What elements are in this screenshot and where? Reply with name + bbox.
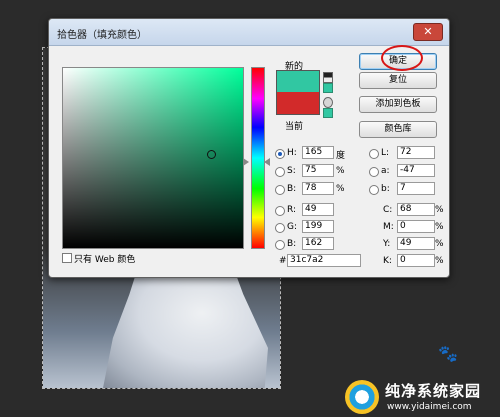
- color-field-cursor[interactable]: [207, 150, 216, 159]
- input-m[interactable]: 0: [397, 220, 435, 233]
- label-m: M:: [383, 222, 394, 232]
- unit-b: %: [336, 184, 345, 194]
- unit-s: %: [336, 166, 345, 176]
- hue-slider-left-arrow[interactable]: [243, 158, 249, 166]
- label-c: C:: [383, 205, 393, 215]
- input-g[interactable]: 199: [302, 220, 334, 233]
- input-rgb-b[interactable]: 162: [302, 237, 334, 250]
- unit-c: %: [435, 205, 444, 215]
- close-button[interactable]: ✕: [413, 23, 443, 41]
- ok-highlight-circle: [381, 45, 423, 71]
- watermark-logo-icon: [345, 380, 379, 414]
- label-h: H:: [287, 148, 297, 158]
- unit-h: 度: [336, 151, 346, 161]
- label-g: G:: [287, 222, 298, 232]
- new-color-swatch: [276, 70, 320, 93]
- input-h[interactable]: 165: [302, 146, 334, 159]
- input-r[interactable]: 49: [302, 203, 334, 216]
- radio-lab-b[interactable]: [369, 185, 379, 195]
- radio-l[interactable]: [369, 149, 379, 159]
- title-bar: 拾色器（填充颜色） ✕: [49, 19, 449, 46]
- input-y[interactable]: 49: [397, 237, 435, 250]
- unit-m: %: [435, 222, 444, 232]
- label-k: K:: [383, 256, 392, 266]
- label-r: R:: [287, 205, 297, 215]
- radio-s[interactable]: [275, 167, 285, 177]
- gamut-swatch[interactable]: [323, 83, 333, 93]
- radio-rgb-b[interactable]: [275, 240, 285, 250]
- add-to-swatches-button[interactable]: 添加到色板: [359, 96, 437, 113]
- label-rgb-b: B:: [287, 239, 297, 249]
- web-safe-warning-icon[interactable]: [323, 97, 333, 108]
- radio-h[interactable]: [275, 149, 285, 159]
- unit-k: %: [435, 256, 444, 266]
- hue-slider-right-arrow[interactable]: [264, 158, 270, 166]
- input-l[interactable]: 72: [397, 146, 435, 159]
- input-a[interactable]: -47: [397, 164, 435, 177]
- hex-label: #: [279, 256, 287, 266]
- input-c[interactable]: 68: [397, 203, 435, 216]
- label-l: L:: [381, 148, 390, 158]
- hex-input[interactable]: 31c7a2: [287, 254, 361, 267]
- paw-icon: 🐾: [438, 344, 458, 363]
- radio-a[interactable]: [369, 167, 379, 177]
- dialog-title: 拾色器（填充颜色）: [57, 30, 147, 41]
- input-b[interactable]: 78: [302, 182, 334, 195]
- input-k[interactable]: 0: [397, 254, 435, 267]
- reset-button[interactable]: 复位: [359, 72, 437, 89]
- radio-r[interactable]: [275, 206, 285, 216]
- watermark-url: www.yidaimei.com: [387, 402, 472, 412]
- input-lab-b[interactable]: 7: [397, 182, 435, 195]
- label-a: a:: [381, 166, 390, 176]
- color-picker-dialog: 拾色器（填充颜色） ✕ 新的 当前 确定 复位 添加到色板 颜色库 H: 165…: [48, 18, 450, 278]
- label-y: Y:: [383, 239, 391, 249]
- input-s[interactable]: 75: [302, 164, 334, 177]
- color-libraries-button[interactable]: 颜色库: [359, 121, 437, 138]
- color-field[interactable]: [62, 67, 244, 249]
- radio-g[interactable]: [275, 223, 285, 233]
- web-safe-swatch[interactable]: [323, 108, 333, 118]
- watermark: 纯净系统家园 www.yidaimei.com: [345, 378, 500, 417]
- current-color-swatch[interactable]: [276, 92, 320, 115]
- out-of-gamut-warning-icon[interactable]: [323, 72, 333, 83]
- current-color-label: 当前: [285, 122, 304, 132]
- watermark-title: 纯净系统家园: [385, 382, 482, 400]
- label-lab-b: b:: [381, 184, 390, 194]
- unit-y: %: [435, 239, 444, 249]
- web-colors-only-label: 只有 Web 颜色: [74, 255, 136, 265]
- hue-slider[interactable]: [251, 67, 265, 249]
- label-s: S:: [287, 166, 296, 176]
- radio-b[interactable]: [275, 185, 285, 195]
- label-b: B:: [287, 184, 297, 194]
- web-colors-only-checkbox[interactable]: [62, 253, 72, 263]
